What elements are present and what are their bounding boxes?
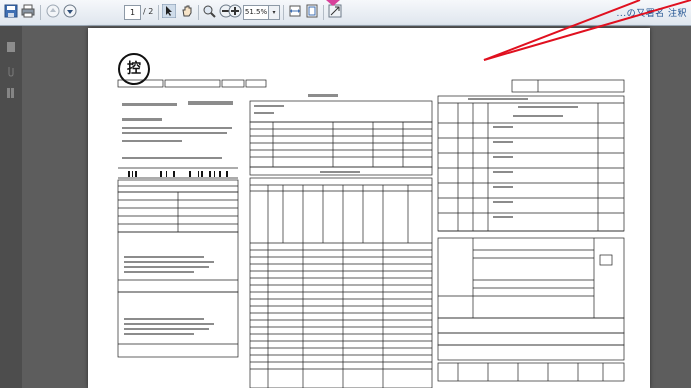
fit-width-icon[interactable] — [288, 4, 302, 20]
page-number-input[interactable]: 1 — [124, 5, 141, 20]
attachments-panel-icon[interactable] — [6, 62, 16, 77]
zoom-tool-icon[interactable] — [202, 4, 216, 20]
expand-icon[interactable] — [328, 4, 342, 20]
previous-page-icon[interactable] — [46, 4, 60, 20]
toolbar-separator — [40, 5, 41, 20]
dropdown-caret-icon — [326, 0, 340, 6]
form-graphics — [117, 79, 625, 388]
navigation-sidebar — [0, 26, 22, 388]
fit-page-icon[interactable] — [305, 4, 319, 20]
toolbar-right-links[interactable]: ...の又署名 注釈 — [617, 6, 687, 19]
save-icon[interactable] — [4, 4, 18, 20]
print-icon[interactable] — [21, 4, 35, 20]
viewer-toolbar: 1 / 2 51.5% ▾ ...の又署名 注釈 — [0, 0, 691, 26]
hand-tool-icon[interactable] — [180, 4, 194, 20]
pages-panel-icon[interactable] — [6, 38, 16, 52]
page-total-label: / 2 — [143, 7, 154, 16]
toolbar-separator — [323, 5, 324, 20]
zoom-dropdown-chevron-icon[interactable]: ▾ — [268, 5, 280, 20]
select-tool-icon[interactable] — [162, 4, 176, 20]
toolbar-separator — [198, 5, 199, 20]
next-page-icon[interactable] — [63, 4, 77, 20]
bookmarks-panel-icon[interactable] — [6, 84, 16, 98]
zoom-level-input[interactable]: 51.5% — [243, 5, 269, 20]
toolbar-separator — [283, 5, 284, 20]
zoom-in-icon[interactable] — [228, 4, 242, 20]
toolbar-separator — [158, 5, 159, 20]
document-page: 控 — [88, 28, 650, 388]
